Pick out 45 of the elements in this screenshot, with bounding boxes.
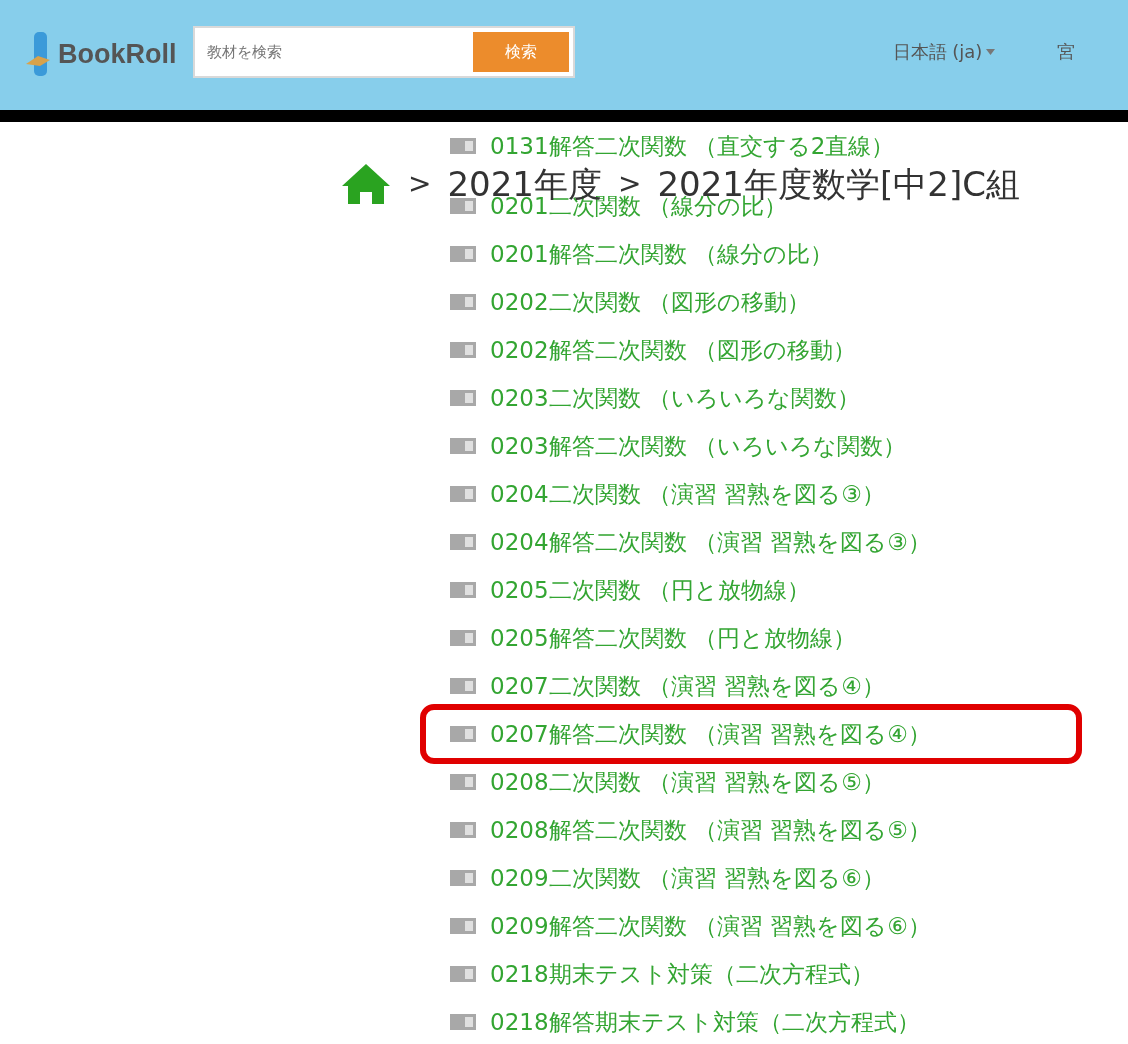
book-icon [450,822,476,838]
book-icon [450,438,476,454]
material-link[interactable]: 0205解答二次関数 （円と放物線） [490,625,866,651]
material-link[interactable]: 0208解答二次関数 （演習 習熟を図る⑤） [490,817,941,843]
material-link[interactable]: 0205二次関数 （円と放物線） [490,577,820,603]
book-icon [450,726,476,742]
material-link[interactable]: 0209解答二次関数 （演習 習熟を図る⑥） [490,913,941,939]
book-icon [450,918,476,934]
user-menu[interactable]: 宮 [1057,38,1076,65]
book-icon [450,294,476,310]
material-link[interactable]: 0203二次関数 （いろいろな関数） [490,385,870,411]
book-icon [450,390,476,406]
search-button[interactable]: 検索 [472,32,569,72]
book-icon [450,486,476,502]
logo[interactable]: BookRoll [58,33,177,75]
search-field[interactable]: 教材を検索 検索 [192,26,575,78]
home-icon[interactable] [340,162,392,206]
book-icon [450,342,476,358]
book-icon [450,138,476,154]
book-icon [450,246,476,262]
book-icon [450,630,476,646]
language-menu[interactable]: 日本語 (ja) [892,38,983,65]
material-link[interactable]: 0203解答二次関数 （いろいろな関数） [490,433,916,459]
book-icon [450,678,476,694]
book-icon [450,1014,476,1030]
material-link[interactable]: 0131解答二次関数 （直交する2直線） [490,133,905,159]
material-link[interactable]: 0204二次関数 （演習 習熟を図る③） [490,481,895,507]
book-icon [450,582,476,598]
material-link[interactable]: 0204解答二次関数 （演習 習熟を図る③） [490,529,941,555]
material-link[interactable]: 0218期末テスト対策（二次方程式） [490,961,884,987]
material-link[interactable]: 0209二次関数 （演習 習熟を図る⑥） [490,865,895,891]
material-link[interactable]: 0207二次関数 （演習 習熟を図る④） [490,673,895,699]
caret-icon [986,48,996,55]
book-icon [450,198,476,214]
material-link[interactable]: 0208二次関数 （演習 習熟を図る⑤） [490,769,895,795]
book-icon [450,870,476,886]
material-link[interactable]: 0202解答二次関数 （図形の移動） [490,337,866,363]
material-link[interactable]: 0207解答二次関数 （演習 習熟を図る④） [490,721,941,747]
separator: > [408,170,432,198]
book-icon [450,774,476,790]
book-icon [450,966,476,982]
material-link[interactable]: 0201解答二次関数 （線分の比） [490,241,843,267]
book-icon [450,534,476,550]
material-link[interactable]: 0202二次関数 （図形の移動） [490,289,820,315]
material-link[interactable]: 0218解答期末テスト対策（二次方程式） [490,1009,930,1035]
